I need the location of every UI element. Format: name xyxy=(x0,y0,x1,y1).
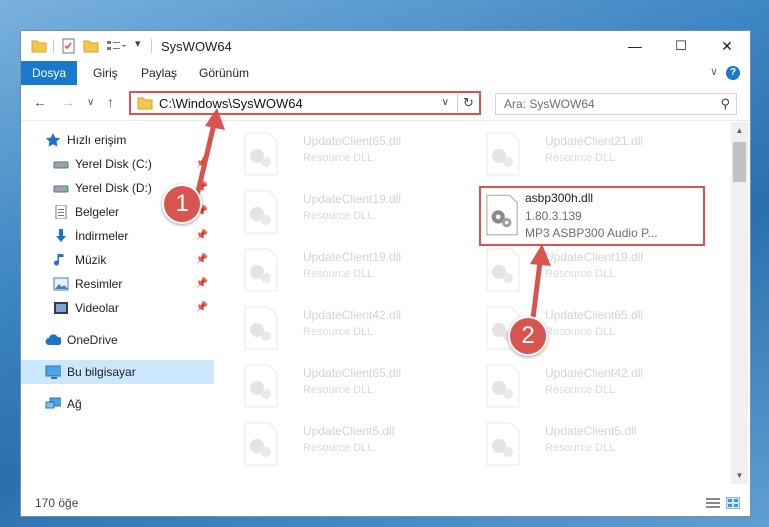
arrow-1-shaft xyxy=(193,123,217,201)
callout-step-1: 1 xyxy=(162,184,202,224)
arrow-2-head xyxy=(530,244,551,266)
arrow-1-head xyxy=(205,108,225,130)
callout-step-2: 2 xyxy=(508,316,548,356)
annotation-arrows xyxy=(193,108,551,327)
